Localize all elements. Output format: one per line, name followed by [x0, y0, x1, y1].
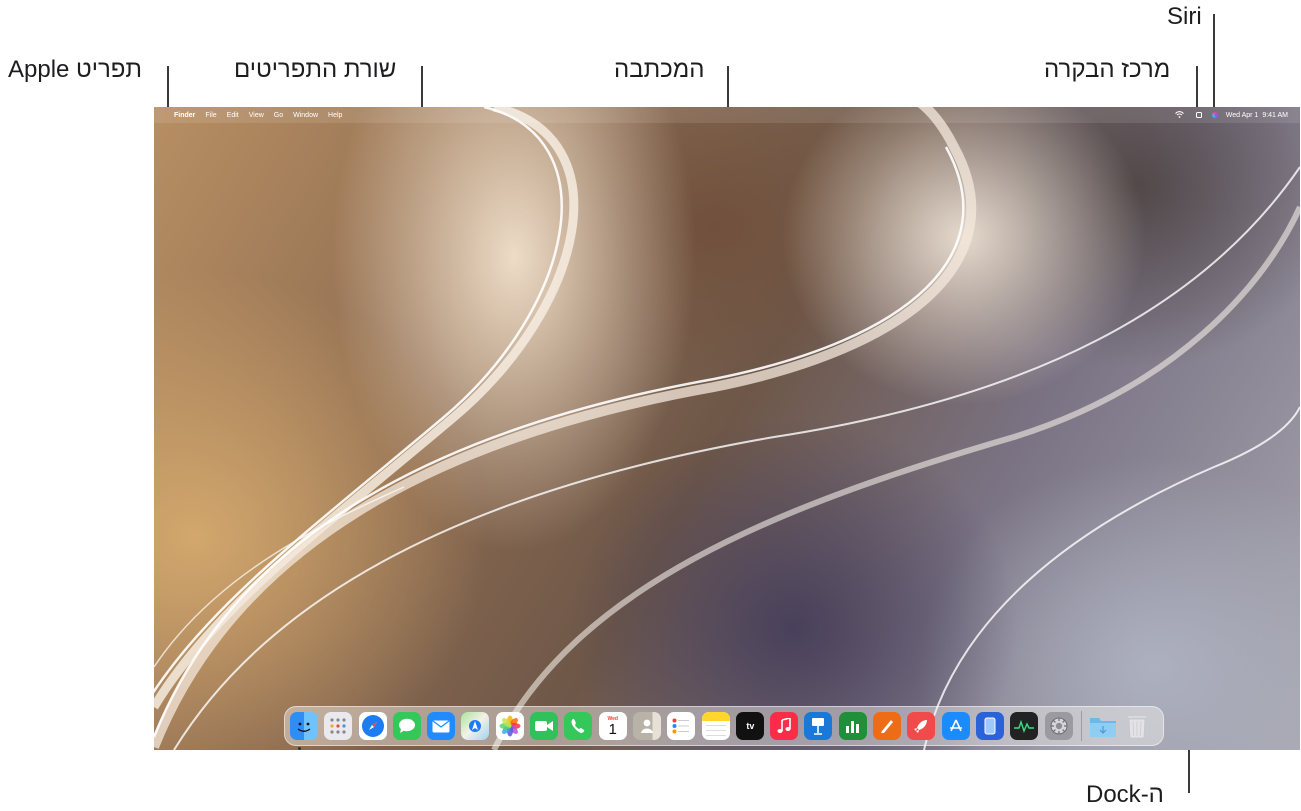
dock-app-store-icon[interactable] — [941, 712, 970, 740]
menu-date[interactable]: Wed Apr 1 — [1226, 112, 1259, 119]
dock-tv-icon[interactable]: tv — [735, 712, 764, 740]
dock-pages-icon[interactable] — [873, 712, 902, 740]
dock-maps-icon[interactable] — [461, 712, 490, 740]
dock-activity-monitor-icon[interactable] — [1010, 712, 1039, 740]
menu-edit[interactable]: Edit — [227, 112, 239, 119]
menu-window[interactable]: Window — [293, 112, 318, 119]
dock-label: ה-Dock — [1086, 781, 1164, 808]
dock-calendar-icon[interactable]: Wed 1 — [598, 712, 627, 740]
dock-messages-icon[interactable] — [392, 712, 421, 740]
control-center-label: מרכז הבקרה — [1044, 56, 1171, 83]
siri-label: Siri — [1167, 3, 1202, 30]
control-center-icon[interactable] — [1195, 112, 1202, 118]
dock-separator — [1080, 711, 1082, 741]
apple-menu-callout-line — [167, 66, 169, 110]
dock-finder-icon[interactable] — [290, 712, 318, 740]
wifi-icon[interactable] — [1174, 110, 1184, 120]
dock-phone-icon[interactable] — [564, 712, 593, 740]
dock-safari-icon[interactable] — [358, 712, 387, 740]
dock-music-icon[interactable] — [770, 712, 799, 740]
apple-menu-label: תפריט Apple — [8, 56, 142, 83]
dock-trash-icon[interactable] — [1123, 712, 1151, 740]
menu-file[interactable]: File — [205, 112, 216, 119]
wallpaper — [154, 107, 1300, 750]
menu-time[interactable]: 9:41 AM — [1262, 112, 1288, 119]
desktop-label: המכתבה — [614, 56, 705, 83]
tv-label: tv — [746, 721, 755, 731]
menu-bar-label: שורת התפריטים — [234, 56, 397, 83]
dock: Wed 1 tv — [284, 706, 1164, 746]
dock-downloads-folder-icon[interactable] — [1089, 712, 1117, 740]
siri-callout-line — [1213, 14, 1215, 110]
menu-go[interactable]: Go — [274, 112, 283, 119]
dock-numbers-icon[interactable] — [838, 712, 867, 740]
dock-contacts-icon[interactable] — [632, 712, 661, 740]
siri-icon[interactable] — [1211, 112, 1218, 118]
dock-notes-icon[interactable] — [701, 712, 730, 740]
desktop[interactable]: Finder File Edit View Go Window Help Wed… — [154, 107, 1300, 750]
dock-launchpad-icon[interactable] — [324, 712, 353, 740]
dock-reminders-icon[interactable] — [667, 712, 696, 740]
calendar-day: 1 — [608, 720, 617, 738]
finder-running-indicator — [298, 747, 301, 750]
menu-help[interactable]: Help — [328, 112, 342, 119]
menu-view[interactable]: View — [249, 112, 264, 119]
menu-app-name[interactable]: Finder — [174, 112, 195, 119]
menu-bar: Finder File Edit View Go Window Help Wed… — [154, 107, 1300, 123]
dock-mail-icon[interactable] — [427, 712, 456, 740]
dock-facetime-icon[interactable] — [530, 712, 559, 740]
dock-rocket-icon[interactable] — [907, 712, 936, 740]
control-center-callout-line — [1196, 66, 1198, 110]
dock-system-settings-icon[interactable] — [1044, 712, 1073, 740]
dock-photos-icon[interactable] — [495, 712, 524, 740]
dock-keynote-icon[interactable] — [804, 712, 833, 740]
dock-simulator-icon[interactable] — [975, 712, 1004, 740]
